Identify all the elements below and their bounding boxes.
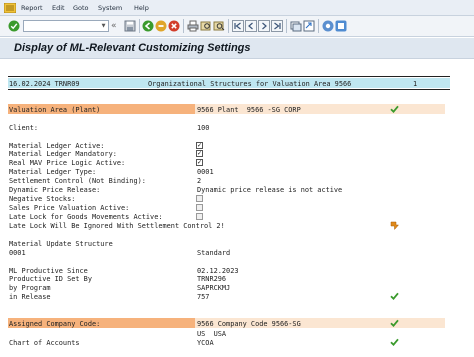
productive-id-set-by-label: Productive ID Set By — [9, 275, 92, 283]
help-icon[interactable] — [335, 20, 347, 32]
previous-page-icon[interactable] — [245, 20, 257, 32]
sales-price-valuation-checkbox — [196, 204, 203, 211]
company-code-label: Assigned Company Code: — [9, 320, 101, 328]
productive-id-set-by-value: TRNR296 — [197, 275, 227, 283]
material-ledger-active-checkbox: ✓ — [196, 142, 203, 149]
save-icon[interactable] — [124, 20, 136, 32]
toolbar-separator — [318, 19, 319, 33]
dynamic-price-release-value: Dynamic price release is not active — [197, 186, 343, 194]
negative-stocks-label: Negative Stocks: — [9, 195, 76, 203]
menu-goto[interactable]: Goto — [73, 4, 89, 12]
exit-icon[interactable] — [155, 20, 167, 32]
valuation-area-label: Valuation Area (Plant) — [9, 106, 101, 114]
enter-icon[interactable] — [8, 20, 20, 32]
find-icon[interactable] — [200, 20, 212, 32]
country-value: US USA — [197, 330, 227, 338]
valuation-area-value: 9566 Plant 9566 -SG CORP — [197, 106, 301, 114]
report-subject: Organizational Structures for Valuation … — [148, 80, 352, 88]
late-lock-warning-text: Late Lock Will Be Ignored With Settlemen… — [9, 222, 225, 230]
back-icon[interactable] — [142, 20, 154, 32]
menu-report[interactable]: Report — [21, 4, 43, 12]
check-icon — [390, 292, 399, 300]
settings-icon[interactable] — [322, 20, 334, 32]
last-page-icon[interactable] — [271, 20, 283, 32]
settlement-control-value: 2 — [197, 177, 202, 185]
late-lock-checkbox — [196, 213, 203, 220]
toolbar-separator — [286, 19, 287, 33]
page-number: 1 — [413, 80, 418, 88]
late-lock-label: Late Lock for Goods Movements Active: — [9, 213, 163, 221]
by-program-label: by Program — [9, 284, 51, 292]
menu-edit[interactable]: Edit — [52, 4, 65, 12]
create-session-icon[interactable] — [290, 20, 302, 32]
title-bar: Display of ML-Relevant Customizing Setti… — [0, 38, 474, 59]
settlement-control-label: Settlement Control (Not Binding): — [9, 177, 146, 185]
toolbar-separator — [139, 19, 140, 33]
update-structure-heading: Material Update Structure — [9, 240, 113, 248]
in-release-label: in Release — [9, 293, 51, 301]
print-icon[interactable] — [187, 20, 199, 32]
material-ledger-mandatory-checkbox: ✓ — [196, 150, 203, 157]
in-release-value: 757 — [197, 293, 210, 301]
collapse-icon[interactable]: « — [111, 20, 123, 32]
negative-stocks-checkbox — [196, 195, 203, 202]
shortcut-icon[interactable] — [303, 20, 315, 32]
company-code-value: 9566 Company Code 9566-SG — [197, 320, 301, 328]
chart-of-accounts-value: YCOA — [197, 339, 214, 347]
check-icon — [390, 338, 399, 346]
client-label: Client: — [9, 124, 39, 132]
find-next-icon[interactable] — [213, 20, 225, 32]
next-page-icon[interactable] — [258, 20, 270, 32]
command-field[interactable] — [23, 20, 109, 32]
material-ledger-type-value: 0001 — [197, 168, 214, 176]
menu-bar: Report Edit Goto System Help — [0, 0, 474, 16]
toolbar-separator — [183, 19, 184, 33]
update-structure-code: 0001 — [9, 249, 26, 257]
update-structure-value: Standard — [197, 249, 231, 257]
chevron-down-icon[interactable]: ▼ — [99, 22, 108, 31]
client-value: 100 — [197, 124, 210, 132]
menu-help[interactable]: Help — [134, 4, 149, 12]
material-ledger-mandatory-label: Material Ledger Mandatory: — [9, 150, 117, 158]
sap-menu-icon[interactable] — [3, 2, 17, 14]
ml-productive-since-value: 02.12.2023 — [197, 267, 239, 275]
check-icon — [390, 319, 399, 327]
sales-price-valuation-label: Sales Price Valuation Active: — [9, 204, 130, 212]
divider — [8, 89, 450, 90]
chart-of-accounts-label: Chart of Accounts — [9, 339, 80, 347]
cancel-icon[interactable] — [168, 20, 180, 32]
ml-productive-since-label: ML Productive Since — [9, 267, 88, 275]
dynamic-price-release-label: Dynamic Price Release: — [9, 186, 101, 194]
check-icon — [390, 105, 399, 113]
first-page-icon[interactable] — [232, 20, 244, 32]
toolbar-separator — [228, 19, 229, 33]
material-ledger-type-label: Material Ledger Type: — [9, 168, 97, 176]
page-title: Display of ML-Relevant Customizing Setti… — [14, 42, 251, 54]
material-ledger-active-label: Material Ledger Active: — [9, 142, 105, 150]
divider — [8, 76, 450, 77]
warning-icon — [390, 221, 399, 230]
real-mav-price-logic-checkbox: ✓ — [196, 159, 203, 166]
by-program-value: SAPRCKMJ — [197, 284, 231, 292]
report-date-user: 16.02.2024 TRNR09 — [9, 80, 80, 88]
menu-system[interactable]: System — [98, 4, 122, 12]
real-mav-price-logic-label: Real MAV Price Logic Active: — [9, 159, 126, 167]
